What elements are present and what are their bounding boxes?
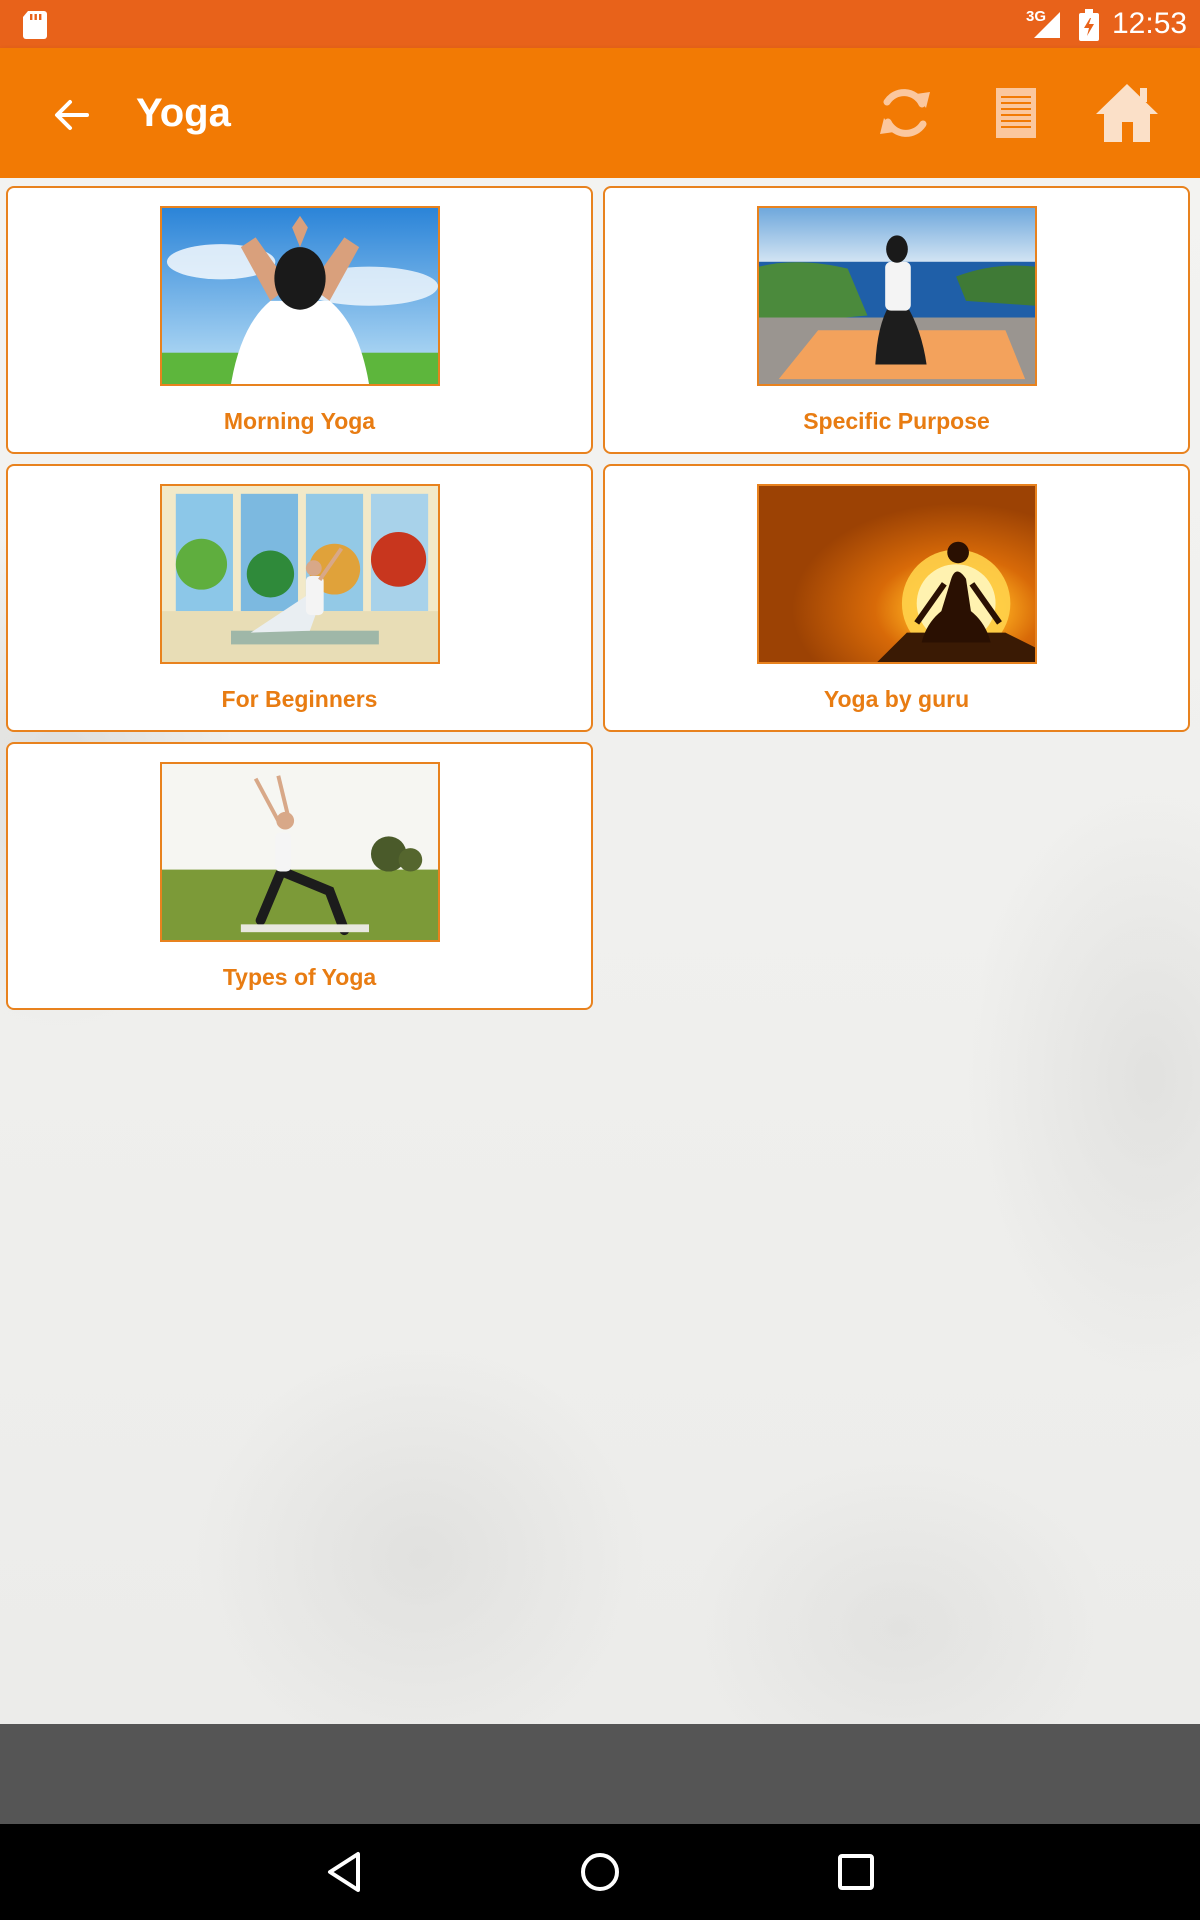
category-card-for-beginners[interactable]: For Beginners [6,464,593,732]
category-card-types-of-yoga[interactable]: Types of Yoga [6,742,593,1010]
yoga-by-guru-image [757,484,1037,664]
category-label: Types of Yoga [222,964,377,990]
app-bar: Yoga [0,48,1200,178]
category-card-morning-yoga[interactable]: Morning Yoga [6,186,593,454]
for-beginners-image [160,484,440,664]
refresh-icon[interactable] [870,78,940,148]
nav-home-icon[interactable] [572,1844,628,1900]
types-of-yoga-image [160,762,440,942]
category-card-yoga-by-guru[interactable]: Yoga by guru [603,464,1190,732]
list-icon[interactable] [981,78,1051,148]
ad-banner-area [0,1724,1200,1824]
status-clock: 12:53 [1112,7,1188,40]
battery-charging-icon [1079,9,1099,41]
category-label: Morning Yoga [223,408,376,434]
back-arrow-icon[interactable] [42,85,102,145]
category-label: Specific Purpose [803,408,990,434]
home-icon[interactable] [1092,78,1162,148]
category-label: Yoga by guru [823,686,970,712]
morning-yoga-image [160,206,440,386]
status-bar: 3G 12:53 [0,0,1200,48]
nav-back-icon[interactable] [318,1844,374,1900]
system-nav-bar [0,1824,1200,1920]
category-label: For Beginners [221,686,378,712]
nav-recents-icon[interactable] [828,1844,884,1900]
specific-purpose-image [757,206,1037,386]
signal-icon [1034,12,1060,38]
sd-card-icon [23,11,47,39]
page-title: Yoga [136,91,231,135]
category-card-specific-purpose[interactable]: Specific Purpose [603,186,1190,454]
